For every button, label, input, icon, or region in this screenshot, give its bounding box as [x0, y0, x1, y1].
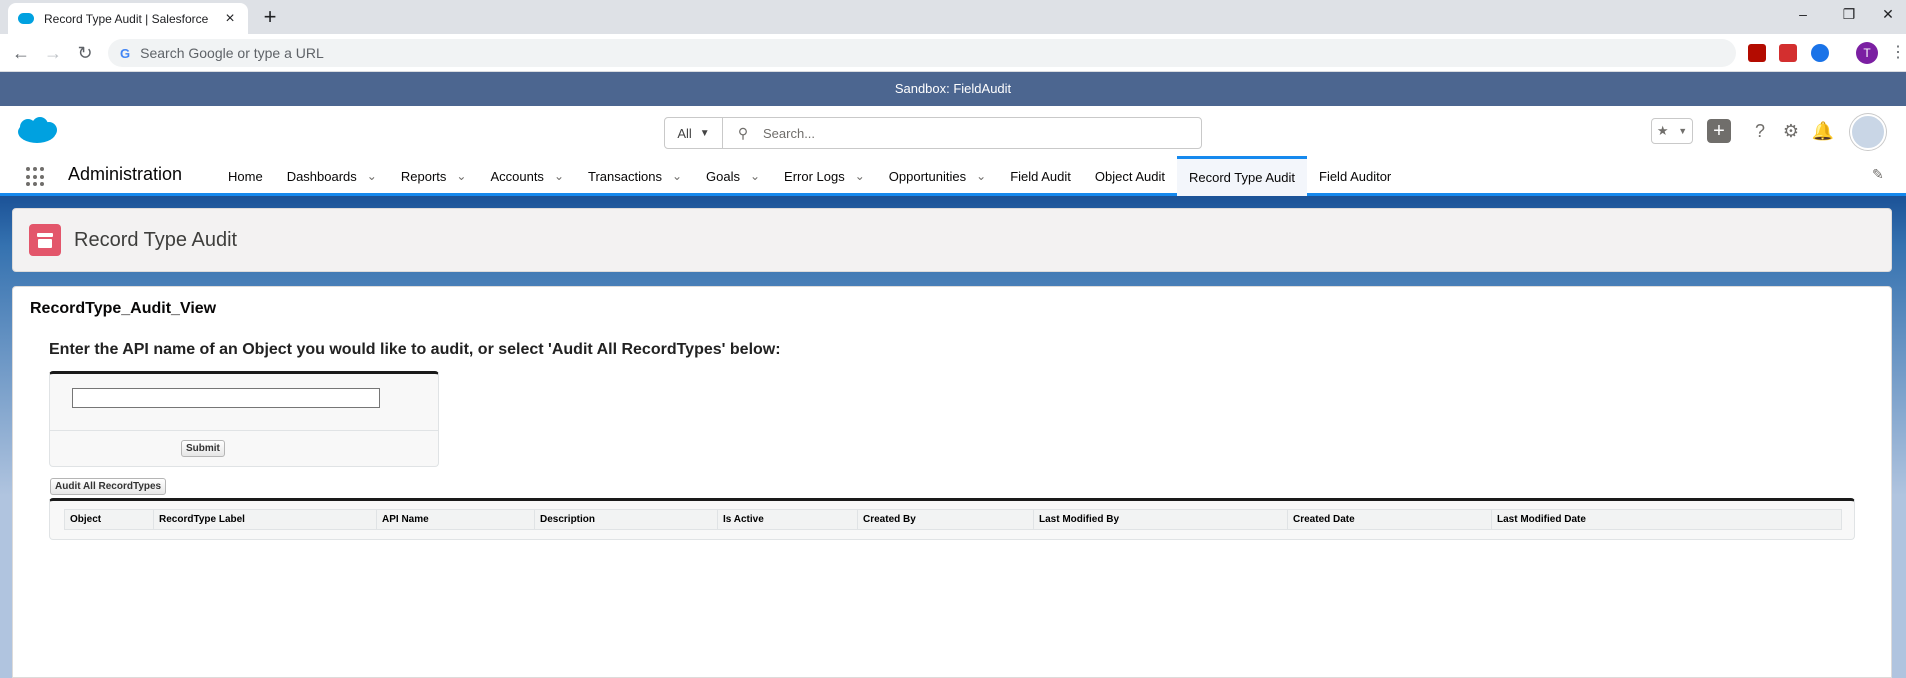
nav-item-record-type-audit[interactable]: Record Type Audit	[1177, 156, 1307, 196]
browser-tabbar: Record Type Audit | Salesforce × + – ❐ ✕	[0, 0, 1906, 34]
sandbox-banner: Sandbox: FieldAudit	[0, 72, 1906, 106]
global-header: All ▼ ⚲ ★ ▼ + ? ⚙ 🔔	[0, 106, 1906, 156]
column-header-object[interactable]: Object	[64, 509, 154, 530]
extension-icon[interactable]	[1779, 44, 1797, 62]
column-header-description[interactable]: Description	[534, 509, 718, 530]
nav-item-label: Transactions	[588, 168, 662, 184]
address-input[interactable]	[140, 45, 1736, 61]
salesforce-cloud-icon	[18, 13, 34, 24]
search-input[interactable]	[763, 125, 1201, 141]
pdf-extension-icon[interactable]	[1748, 44, 1766, 62]
nav-item-dashboards[interactable]: Dashboards ⌄	[275, 156, 389, 196]
browser-toolbar: ← → ↻ G T ⋮	[0, 34, 1906, 72]
nav-items: Home Dashboards ⌄ Reports ⌄ Accounts ⌄ Tran…	[216, 156, 1403, 196]
table-header-row: Object RecordType Label API Name Descrip…	[64, 509, 1842, 530]
record-type-object-icon	[29, 224, 61, 256]
chevron-down-icon[interactable]: ⌄	[367, 169, 377, 183]
nav-item-transactions[interactable]: Transactions ⌄	[576, 156, 694, 196]
reload-icon[interactable]: ↻	[74, 42, 96, 64]
edit-nav-pencil-icon[interactable]: ✎	[1872, 166, 1884, 183]
results-table-block: Object RecordType Label API Name Descrip…	[49, 498, 1855, 540]
column-header-api-name[interactable]: API Name	[376, 509, 535, 530]
close-window-icon[interactable]: ✕	[1870, 0, 1906, 30]
column-header-created-date[interactable]: Created Date	[1287, 509, 1492, 530]
column-header-last-modified-date[interactable]: Last Modified Date	[1491, 509, 1842, 530]
nav-item-label: Field Auditor	[1319, 168, 1392, 184]
column-header-last-modified-by[interactable]: Last Modified By	[1033, 509, 1288, 530]
chevron-down-icon[interactable]: ⌄	[976, 169, 986, 183]
google-icon: G	[120, 45, 131, 61]
nav-item-label: Opportunities	[888, 168, 967, 184]
favorites-button[interactable]: ★ ▼	[1651, 118, 1693, 144]
tab-title: Record Type Audit | Salesforce	[44, 11, 209, 26]
user-avatar[interactable]	[1850, 114, 1886, 150]
app-launcher-icon[interactable]	[26, 167, 46, 187]
notifications-bell-icon[interactable]: 🔔	[1811, 118, 1835, 144]
close-tab-icon[interactable]: ×	[222, 10, 238, 28]
card-title: RecordType_Audit_View	[30, 300, 217, 317]
nav-item-accounts[interactable]: Accounts ⌄	[478, 156, 576, 196]
salesforce-logo-icon[interactable]	[16, 116, 58, 146]
nav-item-label: Accounts	[490, 168, 544, 184]
app-name: Administration	[68, 164, 183, 184]
nav-item-field-auditor[interactable]: Field Auditor	[1307, 156, 1403, 196]
nav-item-label: Goals	[706, 168, 740, 184]
audit-all-recordtypes-button[interactable]: Audit All RecordTypes	[50, 478, 167, 495]
help-icon[interactable]: ?	[1748, 118, 1772, 144]
nav-item-error-logs[interactable]: Error Logs ⌄	[772, 156, 877, 196]
extension-icon[interactable]	[1811, 44, 1829, 62]
new-tab-button[interactable]: +	[258, 5, 282, 29]
visualforce-card: RecordType_Audit_View Enter the API name…	[12, 286, 1892, 678]
nav-item-label: Dashboards	[286, 168, 357, 184]
submit-button[interactable]: Submit	[181, 440, 225, 457]
instructions-text: Enter the API name of an Object you woul…	[49, 341, 781, 358]
page-title: Record Type Audit	[74, 229, 238, 251]
object-api-name-input[interactable]	[72, 388, 380, 408]
profile-avatar[interactable]: T	[1856, 42, 1878, 64]
search-scope-label: All	[677, 125, 692, 141]
nav-item-opportunities[interactable]: Opportunities ⌄	[877, 156, 998, 196]
column-header-recordtype-label[interactable]: RecordType Label	[153, 509, 377, 530]
minimize-icon[interactable]: –	[1780, 0, 1826, 30]
back-icon[interactable]: ←	[10, 42, 32, 64]
nav-item-goals[interactable]: Goals ⌄	[694, 156, 772, 196]
chevron-down-icon[interactable]: ⌄	[855, 169, 865, 183]
column-header-is-active[interactable]: Is Active	[717, 509, 858, 530]
nav-item-label: Field Audit	[1010, 168, 1071, 184]
search-icon: ⚲	[737, 124, 749, 141]
nav-item-label: Object Audit	[1094, 168, 1165, 184]
nav-item-label: Home	[228, 168, 263, 184]
nav-item-home[interactable]: Home	[216, 156, 275, 196]
results-table: Object RecordType Label API Name Descrip…	[64, 509, 1842, 530]
app-navigation: Administration Home Dashboards ⌄ Reports ⌄…	[0, 156, 1906, 196]
divider	[50, 430, 438, 431]
column-header-created-by[interactable]: Created By	[857, 509, 1034, 530]
setup-gear-icon[interactable]: ⚙	[1779, 118, 1803, 144]
nav-item-label: Error Logs	[784, 168, 845, 184]
page-header: Record Type Audit	[12, 208, 1892, 272]
global-search[interactable]: All ▼ ⚲	[664, 117, 1202, 149]
forward-icon[interactable]: →	[42, 42, 64, 64]
nav-item-object-audit[interactable]: Object Audit	[1083, 156, 1177, 196]
chevron-down-icon[interactable]: ⌄	[750, 169, 760, 183]
nav-item-reports[interactable]: Reports ⌄	[389, 156, 479, 196]
chevron-down-icon: ▼	[1678, 126, 1688, 136]
chevron-down-icon[interactable]: ⌄	[554, 169, 564, 183]
chevron-down-icon: ▼	[699, 127, 710, 139]
browser-tab[interactable]: Record Type Audit | Salesforce ×	[8, 3, 248, 34]
nav-item-label: Reports	[400, 168, 447, 184]
search-scope-select[interactable]: All ▼	[665, 118, 723, 148]
chevron-down-icon[interactable]: ⌄	[672, 169, 682, 183]
chevron-down-icon[interactable]: ⌄	[456, 169, 466, 183]
global-actions-add-icon[interactable]: +	[1707, 119, 1731, 143]
address-bar[interactable]: G	[108, 39, 1736, 67]
api-name-form-block: Submit	[49, 371, 439, 467]
restore-icon[interactable]: ❐	[1826, 0, 1872, 30]
nav-item-label: Record Type Audit	[1189, 170, 1295, 185]
browser-menu-icon[interactable]: ⋮	[1890, 42, 1906, 62]
nav-item-field-audit[interactable]: Field Audit	[998, 156, 1083, 196]
star-icon: ★	[1656, 123, 1669, 138]
